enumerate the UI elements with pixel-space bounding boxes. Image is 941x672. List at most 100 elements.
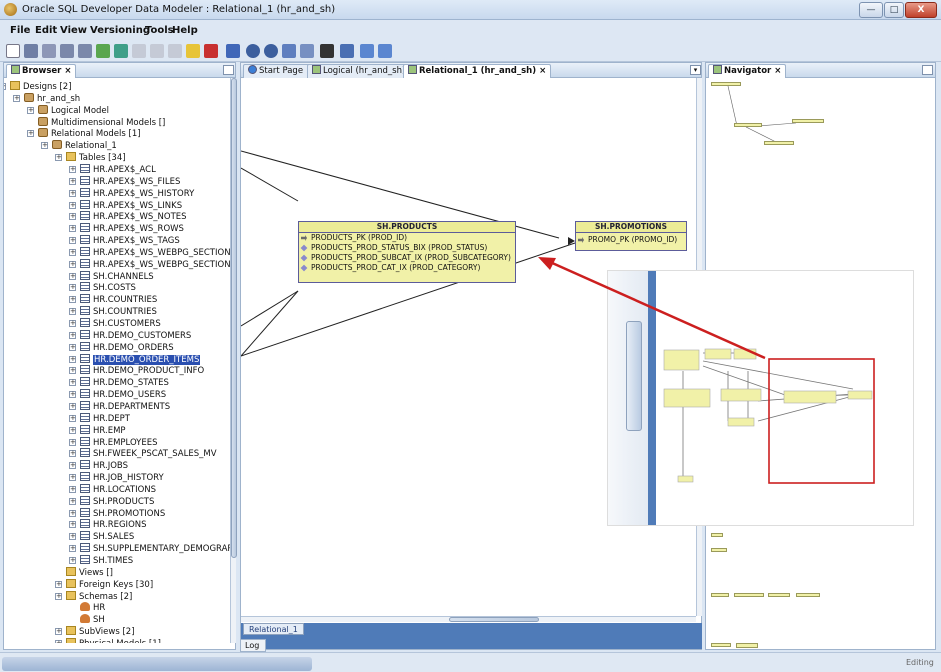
expand-toggle[interactable]: + (4, 83, 6, 90)
tree-item[interactable]: + HR.DEPT (69, 412, 130, 425)
expand-toggle[interactable]: + (69, 284, 76, 292)
expand-toggle[interactable]: + (69, 426, 76, 434)
expand-toggle[interactable]: + (69, 462, 76, 470)
expand-toggle[interactable]: + (27, 106, 34, 114)
tree-item[interactable]: + HR.JOB_HISTORY (69, 472, 164, 484)
expand-toggle[interactable]: + (69, 165, 76, 173)
tree-item[interactable]: + HR.EMP (69, 424, 126, 437)
new-view-icon[interactable] (42, 44, 56, 58)
expand-toggle[interactable]: + (55, 592, 62, 600)
tree-item[interactable]: + HR.APEX$_WS_NOTES (69, 211, 187, 223)
split-table-icon[interactable] (60, 44, 74, 58)
expand-toggle[interactable]: + (69, 308, 76, 316)
back-icon[interactable] (360, 44, 374, 58)
expand-toggle[interactable]: + (69, 545, 76, 553)
tree-item[interactable]: + HR.APEX$_WS_LINKS (69, 199, 182, 212)
tree-item[interactable]: + HR.EMPLOYEES (69, 436, 158, 449)
search-icon[interactable] (320, 44, 334, 58)
tree-item[interactable]: HR (80, 602, 105, 614)
zoom-in-icon[interactable] (246, 44, 260, 58)
new-fk-icon[interactable] (96, 44, 110, 58)
tree-item[interactable]: + Logical Model (27, 104, 109, 117)
expand-toggle[interactable]: + (69, 225, 76, 233)
tree-item[interactable]: + HR.APEX$_WS_ROWS (69, 223, 184, 235)
tree-item[interactable]: + HR.JOBS (69, 460, 128, 472)
select-tool-icon[interactable] (6, 44, 20, 58)
tree-item[interactable]: + Relational Models [1] (27, 128, 141, 140)
expand-toggle[interactable]: + (69, 509, 76, 517)
tab-relational[interactable]: Relational_1 (hr_and_sh) × (403, 64, 552, 78)
tree-item[interactable]: + HR.APEX$_WS_TAGS (69, 235, 180, 247)
tree-item[interactable]: +Views [] (66, 566, 113, 579)
tree-item[interactable]: + HR.LOCATIONS (69, 483, 156, 496)
tree-item[interactable]: + hr_and_sh (13, 92, 80, 105)
expand-toggle[interactable]: + (55, 580, 62, 588)
expand-toggle[interactable]: + (69, 248, 76, 256)
expand-toggle[interactable]: + (69, 391, 76, 399)
tree-item[interactable]: + HR.APEX$_WS_HISTORY (69, 187, 194, 200)
tree-item[interactable]: + Foreign Keys [30] (55, 578, 153, 591)
entity-sh-promotions[interactable]: SH.PROMOTIONS PROMO_PK (PROMO_ID) (575, 221, 687, 251)
tree-item[interactable]: + Schemas [2] (55, 590, 132, 603)
engineer-icon[interactable] (226, 44, 240, 58)
tree-item[interactable]: + HR.DEMO_STATES (69, 377, 169, 389)
tree-item[interactable]: + HR.APEX$_WS_WEBPG_SECTION_HIST (69, 258, 230, 271)
tree-item[interactable]: + Physical Models [1] (55, 637, 161, 643)
tree-item[interactable]: + SH.PROMOTIONS (69, 507, 165, 520)
expand-toggle[interactable]: + (69, 272, 76, 280)
tree-item[interactable]: + SubViews [2] (55, 626, 135, 638)
tree-item[interactable]: + Relational_1 (41, 140, 117, 152)
default-size-icon[interactable] (300, 44, 314, 58)
expand-toggle[interactable]: + (55, 639, 62, 643)
menu-help[interactable]: Help (172, 25, 198, 36)
new-arc-icon[interactable] (114, 44, 128, 58)
tree-item[interactable]: + SH.FWEEK_PSCAT_SALES_MV (69, 448, 217, 460)
menu-tools[interactable]: Tools (145, 25, 174, 36)
tree-item[interactable]: + HR.REGIONS (69, 519, 147, 531)
tab-relational-subview[interactable]: Relational_1 (243, 623, 304, 635)
expand-toggle[interactable]: + (41, 142, 48, 150)
delete-icon[interactable] (204, 44, 218, 58)
ddl-icon[interactable] (340, 44, 354, 58)
expand-toggle[interactable]: + (69, 201, 76, 209)
tree-item[interactable]: + Designs [2] (4, 81, 72, 93)
close-button[interactable]: X (905, 2, 937, 18)
copy-icon[interactable] (168, 44, 182, 58)
tree-item[interactable]: + HR.DEMO_ORDERS (69, 341, 174, 354)
zoom-out-icon[interactable] (264, 44, 278, 58)
browser-scroll-thumb[interactable] (231, 78, 237, 558)
tree-item[interactable]: + SH.COUNTRIES (69, 306, 157, 318)
maximize-button[interactable]: □ (884, 2, 904, 18)
expand-toggle[interactable]: + (69, 533, 76, 541)
expand-toggle[interactable]: + (69, 343, 76, 351)
menu-file[interactable]: File (10, 25, 30, 36)
expand-toggle[interactable]: + (69, 320, 76, 327)
forward-icon[interactable] (378, 44, 392, 58)
menu-edit[interactable]: Edit (35, 25, 57, 36)
note-icon[interactable] (132, 44, 146, 58)
tree-item[interactable]: + HR.COUNTRIES (69, 294, 157, 306)
tree-item[interactable]: + HR.DEMO_CUSTOMERS (69, 329, 191, 342)
fit-screen-icon[interactable] (282, 44, 296, 58)
picture-icon[interactable] (150, 44, 164, 58)
expand-toggle[interactable]: + (69, 414, 76, 422)
menu-versioning[interactable]: Versioning (90, 25, 150, 36)
expand-toggle[interactable]: + (69, 331, 76, 339)
tree-item[interactable]: + HR.APEX$_WS_WEBPG_SECTIONS (69, 246, 230, 259)
tree-item[interactable]: + HR.DEMO_USERS (69, 389, 166, 401)
expand-toggle[interactable]: + (69, 189, 76, 197)
expand-toggle[interactable]: + (55, 154, 62, 162)
expand-toggle[interactable]: + (69, 474, 76, 482)
tree-item[interactable]: + HR.APEX$_WS_FILES (69, 175, 180, 188)
expand-toggle[interactable]: + (69, 497, 76, 505)
tree-item[interactable]: + HR.APEX$_ACL (69, 163, 156, 176)
canvas-hscroll[interactable] (241, 616, 696, 622)
expand-toggle[interactable]: + (69, 379, 76, 387)
expand-toggle[interactable]: + (69, 450, 76, 458)
expand-toggle[interactable]: + (69, 213, 76, 221)
tree-item[interactable]: SH (80, 614, 105, 626)
minimize-navigator-button[interactable] (922, 65, 933, 75)
tree-item[interactable]: + Tables [34] (55, 152, 126, 164)
tree-item[interactable]: + SH.SALES (69, 531, 134, 543)
minimize-button[interactable]: — (859, 2, 883, 18)
